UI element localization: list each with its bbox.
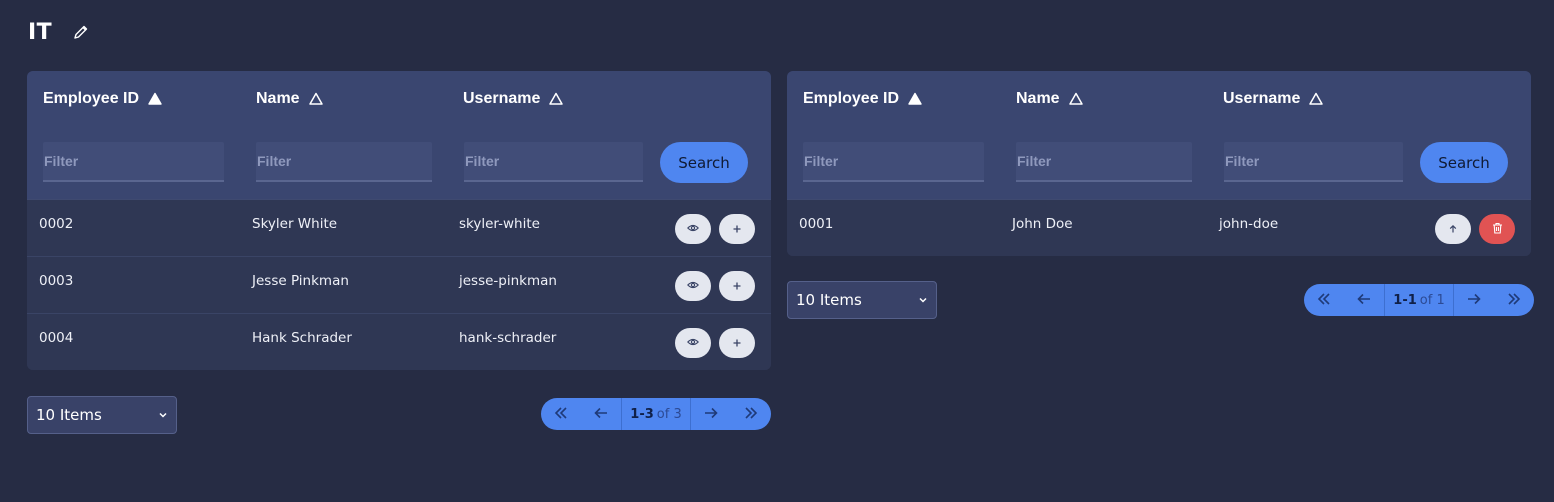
add-button[interactable] — [719, 328, 755, 358]
column-header-employee-id[interactable]: Employee ID — [43, 89, 163, 109]
name-filter-input[interactable] — [1016, 142, 1192, 182]
add-button[interactable] — [719, 214, 755, 244]
view-button[interactable] — [675, 328, 711, 358]
employee-id-cell: 0001 — [799, 216, 834, 232]
column-header-employee-id[interactable]: Employee ID — [803, 89, 923, 109]
chevrons-left-icon — [1316, 291, 1332, 310]
username-cell: jesse-pinkman — [459, 273, 557, 289]
triangle-outline-icon — [308, 91, 324, 107]
page-size-value: 10 Items — [796, 291, 862, 309]
chevrons-left-icon — [553, 405, 569, 424]
move-up-button[interactable] — [1435, 214, 1471, 244]
employee-id-cell: 0002 — [39, 216, 74, 232]
eye-icon — [687, 222, 699, 237]
search-button[interactable]: Search — [660, 142, 748, 183]
column-header-username[interactable]: Username — [463, 89, 564, 109]
chevrons-right-icon — [743, 405, 759, 424]
eye-icon — [687, 279, 699, 294]
assigned-employees-panel: Employee ID Name Username Search 0001 Jo… — [787, 71, 1534, 319]
page-size-select[interactable]: 10 Items — [27, 396, 177, 434]
page-total: of 3 — [656, 406, 682, 422]
table-body: 0002 Skyler White skyler-white 0003 Jess… — [27, 199, 771, 370]
add-button[interactable] — [719, 271, 755, 301]
employee-table: Employee ID Name Username Search 0002 Sk… — [27, 71, 771, 370]
name-filter-input[interactable] — [256, 142, 432, 182]
username-cell: skyler-white — [459, 216, 540, 232]
plus-icon — [732, 222, 742, 237]
previous-page-button[interactable] — [581, 398, 621, 430]
table-row: 0002 Skyler White skyler-white — [27, 199, 771, 256]
last-page-button[interactable] — [1494, 284, 1534, 316]
username-cell: john-doe — [1219, 216, 1279, 232]
plus-icon — [732, 279, 742, 294]
page-indicator: 1-3 of 3 — [621, 398, 691, 430]
table-header: Employee ID Name Username Search — [27, 71, 771, 199]
table-body: 0001 John Doe john-doe — [787, 199, 1531, 256]
pencil-icon[interactable] — [72, 23, 90, 41]
page-range: 1-1 — [1393, 292, 1417, 308]
employee-id-filter-input[interactable] — [43, 142, 224, 182]
pagination: 1-1 of 1 — [1304, 284, 1534, 316]
arrow-left-icon — [1356, 291, 1372, 310]
previous-page-button[interactable] — [1344, 284, 1384, 316]
page-title: IT — [28, 19, 53, 45]
table-row: 0001 John Doe john-doe — [787, 199, 1531, 256]
table-row: 0004 Hank Schrader hank-schrader — [27, 313, 771, 370]
employee-id-cell: 0003 — [39, 273, 74, 289]
employee-id-filter-input[interactable] — [803, 142, 984, 182]
column-header-name[interactable]: Name — [256, 89, 324, 109]
employee-table: Employee ID Name Username Search 0001 Jo… — [787, 71, 1531, 256]
search-button[interactable]: Search — [1420, 142, 1508, 183]
view-button[interactable] — [675, 271, 711, 301]
page-indicator: 1-1 of 1 — [1384, 284, 1454, 316]
arrow-right-icon — [1466, 291, 1482, 310]
username-filter-input[interactable] — [1224, 142, 1403, 182]
first-page-button[interactable] — [1304, 284, 1344, 316]
table-header: Employee ID Name Username Search — [787, 71, 1531, 199]
page-size-select[interactable]: 10 Items — [787, 281, 937, 319]
triangle-outline-icon — [548, 91, 564, 107]
name-cell: Jesse Pinkman — [252, 273, 349, 289]
page-total: of 1 — [1419, 292, 1445, 308]
username-cell: hank-schrader — [459, 330, 557, 346]
employee-id-cell: 0004 — [39, 330, 74, 346]
triangle-filled-icon — [147, 91, 163, 107]
username-filter-input[interactable] — [464, 142, 643, 182]
page-range: 1-3 — [630, 406, 654, 422]
available-employees-panel: Employee ID Name Username Search 0002 Sk… — [27, 71, 771, 434]
arrow-left-icon — [593, 405, 609, 424]
chevrons-right-icon — [1506, 291, 1522, 310]
trash-icon — [1492, 222, 1503, 237]
table-row: 0003 Jesse Pinkman jesse-pinkman — [27, 256, 771, 313]
pagination: 1-3 of 3 — [541, 398, 771, 430]
plus-icon — [732, 336, 742, 351]
chevron-down-icon — [918, 291, 928, 309]
name-cell: Skyler White — [252, 216, 338, 232]
triangle-outline-icon — [1308, 91, 1324, 107]
delete-button[interactable] — [1479, 214, 1515, 244]
column-header-username[interactable]: Username — [1223, 89, 1324, 109]
chevron-down-icon — [158, 406, 168, 424]
column-header-name[interactable]: Name — [1016, 89, 1084, 109]
arrow-up-icon — [1448, 222, 1458, 237]
triangle-outline-icon — [1068, 91, 1084, 107]
last-page-button[interactable] — [731, 398, 771, 430]
next-page-button[interactable] — [691, 398, 731, 430]
triangle-filled-icon — [907, 91, 923, 107]
name-cell: John Doe — [1012, 216, 1073, 232]
view-button[interactable] — [675, 214, 711, 244]
name-cell: Hank Schrader — [252, 330, 352, 346]
page-header: IT — [28, 18, 90, 46]
page-size-value: 10 Items — [36, 406, 102, 424]
first-page-button[interactable] — [541, 398, 581, 430]
next-page-button[interactable] — [1454, 284, 1494, 316]
arrow-right-icon — [703, 405, 719, 424]
eye-icon — [687, 336, 699, 351]
